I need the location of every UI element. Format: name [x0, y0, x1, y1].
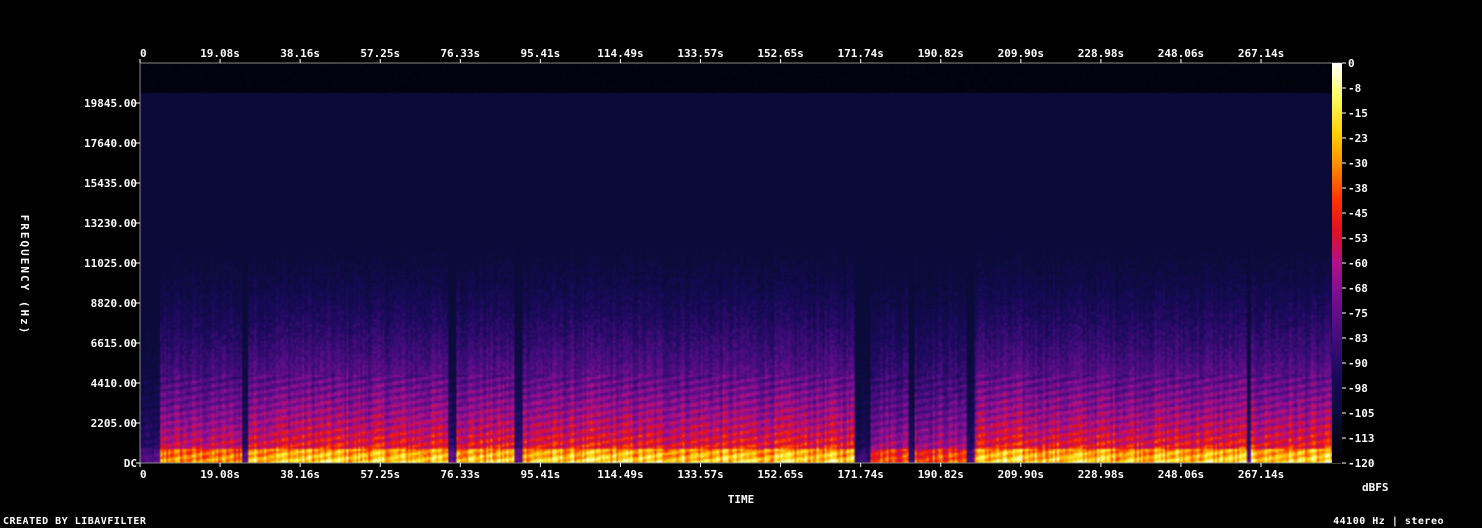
x-tick-label-bottom: 95.41s	[521, 468, 561, 481]
colorbar-tick-label: 0	[1348, 57, 1355, 70]
colorbar-tick-label: -90	[1348, 357, 1368, 370]
colorbar-tick-label: -113	[1348, 432, 1375, 445]
colorbar-axis: 0 -8 -15 -23 -30 -38 -45 -53 -60 -68 -75 -83 -90 -98 -…	[1342, 57, 1375, 470]
y-tick-label: 6615.00	[91, 337, 137, 350]
y-tick-label: 11025.00	[84, 257, 137, 270]
x-tick-label-bottom: 133.57s	[677, 468, 723, 481]
x-tick-label-bottom: 228.98s	[1078, 468, 1124, 481]
x-tick-label-top: 152.65s	[757, 47, 803, 60]
x-tick-label-top: 19.08s	[200, 47, 240, 60]
x-tick-label-bottom: 19.08s	[200, 468, 240, 481]
colorbar-tick-label: -98	[1348, 382, 1368, 395]
x-tick-label-top: 114.49s	[597, 47, 643, 60]
x-axis-bottom: 0 19.08s 38.16s 57.25s 76.33s 95.41s 114.49s 13…	[139, 463, 1284, 481]
spectrogram-area	[140, 63, 1341, 463]
x-tick-label-bottom: 114.49s	[597, 468, 643, 481]
footer-format: 44100 Hz | stereo	[1333, 516, 1444, 527]
colorbar-tick-label: -30	[1348, 157, 1368, 170]
x-tick-label-top: 57.25s	[360, 47, 400, 60]
x-tick-label-bottom: 38.16s	[280, 468, 320, 481]
colorbar-tick-label: -23	[1348, 132, 1368, 145]
x-tick-label-bottom: 171.74s	[838, 468, 884, 481]
colorbar-tick-label: -75	[1348, 307, 1368, 320]
x-tick-label-bottom: 267.14s	[1238, 468, 1284, 481]
x-tick-label-bottom: 209.90s	[998, 468, 1044, 481]
y-tick-label: 13230.00	[84, 217, 137, 230]
colorbar-tick-label: -53	[1348, 232, 1368, 245]
x-tick-label-bottom: 0	[140, 468, 147, 481]
y-tick-label: 19845.00	[84, 97, 137, 110]
x-tick-label-bottom: 57.25s	[360, 468, 400, 481]
x-tick-label-top: 133.57s	[677, 47, 723, 60]
colorbar-tick-label: -68	[1348, 282, 1368, 295]
colorbar-tick-label: -38	[1348, 182, 1368, 195]
y-tick-label: 8820.00	[91, 297, 137, 310]
x-tick-label-bottom: 248.06s	[1158, 468, 1204, 481]
x-tick-label-top: 76.33s	[440, 47, 480, 60]
colorbar-tick-label: -15	[1348, 107, 1368, 120]
y-axis-label: FREQUENCY (Hz)	[18, 215, 31, 336]
x-tick-label-bottom: 152.65s	[757, 468, 803, 481]
x-tick-label-top: 267.14s	[1238, 47, 1284, 60]
y-tick-label: 17640.00	[84, 137, 137, 150]
x-tick-label-top: 209.90s	[998, 47, 1044, 60]
colorbar-tick-label: -8	[1348, 82, 1361, 95]
x-tick-label-top: 171.74s	[838, 47, 884, 60]
colorbar-tick-label: -60	[1348, 257, 1368, 270]
y-axis: DC 2205.00 4410.00 6615.00 8820.00 11025.00 13…	[84, 97, 140, 470]
spectrogram-image	[140, 63, 1341, 463]
colorbar	[1332, 63, 1342, 463]
x-tick-label-top: 95.41s	[521, 47, 561, 60]
y-tick-label: 15435.00	[84, 177, 137, 190]
x-tick-label-bottom: 76.33s	[440, 468, 480, 481]
colorbar-tick-label: -45	[1348, 207, 1368, 220]
x-tick-label-top: 248.06s	[1158, 47, 1204, 60]
x-tick-label-bottom: 190.82s	[918, 468, 964, 481]
x-axis-top: 0 19.08s 38.16s 57.25s 76.33s 95.41s 114.49s 13…	[139, 47, 1284, 63]
y-tick-label: 2205.00	[91, 417, 137, 430]
x-axis-label: TIME	[728, 493, 755, 506]
footer-credit: CREATED BY LIBAVFILTER	[3, 516, 147, 527]
x-tick-label-top: 228.98s	[1078, 47, 1124, 60]
x-tick-label-top: 190.82s	[918, 47, 964, 60]
colorbar-tick-label: -83	[1348, 332, 1368, 345]
y-tick-label: DC	[124, 457, 137, 470]
y-tick-label: 4410.00	[91, 377, 137, 390]
colorbar-label: dBFS	[1362, 481, 1389, 494]
x-tick-label-top: 38.16s	[280, 47, 320, 60]
x-tick-label-top: 0	[140, 47, 147, 60]
colorbar-tick-label: -120	[1348, 457, 1375, 470]
spectrogram-chart: 0 19.08s 38.16s 57.25s 76.33s 95.41s 114.49s 13…	[18, 47, 1389, 506]
colorbar-tick-label: -105	[1348, 407, 1375, 420]
